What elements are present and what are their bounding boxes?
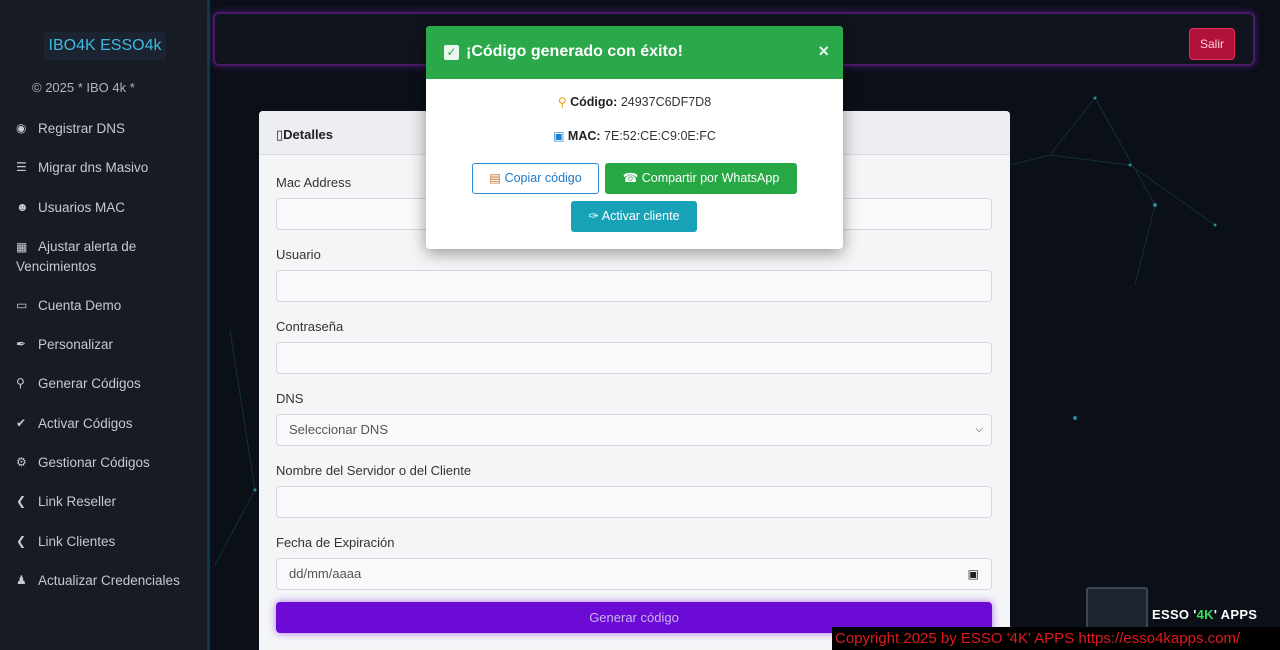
copy-code-button[interactable]: ▤ Copiar código bbox=[472, 163, 599, 194]
sidebar-item-label: Migrar dns Masivo bbox=[38, 160, 149, 176]
monitor-icon: ▭ bbox=[16, 297, 28, 312]
sidebar-item-cuenta-demo[interactable]: ▭ Cuenta Demo bbox=[0, 295, 208, 334]
key-icon: ⚲ bbox=[16, 376, 25, 391]
sidebar-item-label: Personalizar bbox=[38, 337, 114, 353]
sidebar-item-label: Generar Códigos bbox=[38, 376, 141, 392]
clipboard-icon: ▤ bbox=[489, 171, 502, 185]
mac-value: 7E:52:CE:C9:0E:FC bbox=[604, 129, 716, 143]
copy-code-label: Copiar código bbox=[504, 171, 582, 185]
sidebar-item-actualizar-credenciales[interactable]: ♟ Actualizar Credenciales bbox=[0, 570, 208, 609]
sidebar: IBO4K ESSO4k © 2025 * IBO 4k * ◉ Registr… bbox=[0, 0, 210, 650]
list-icon: ☰ bbox=[16, 160, 27, 175]
sidebar-item-label: Registrar DNS bbox=[38, 121, 126, 136]
sidebar-item-activar-codigos[interactable]: ✔ Activar Códigos bbox=[0, 413, 208, 452]
share-whatsapp-button[interactable]: ☎ Compartir por WhatsApp bbox=[605, 163, 797, 194]
copyright-bar[interactable]: Copyright 2025 by ESSO '4K' APPS https:/… bbox=[832, 627, 1280, 650]
password-label: Contraseña bbox=[276, 319, 344, 334]
user-input[interactable] bbox=[276, 270, 992, 302]
modal-header: ✓ ¡Código generado con éxito! × bbox=[426, 26, 843, 79]
share-icon: ❮ bbox=[16, 494, 27, 509]
logout-button[interactable]: Salir bbox=[1189, 28, 1235, 60]
key-icon: ⚲ bbox=[557, 95, 567, 109]
corner-brand-title: ESSO '4K' APPS bbox=[1152, 607, 1258, 622]
users-icon: ☻ bbox=[16, 199, 29, 214]
expiry-date-placeholder: dd/mm/aaaa bbox=[289, 566, 362, 581]
sidebar-item-ajustar-alerta[interactable]: ▦ Ajustar alerta de Vencimientos bbox=[0, 236, 208, 295]
sidebar-item-label: Usuarios MAC bbox=[38, 199, 126, 215]
share-whatsapp-label: Compartir por WhatsApp bbox=[641, 171, 780, 185]
modal-title: ¡Código generado con éxito! bbox=[466, 43, 683, 60]
share-icon: ❮ bbox=[16, 533, 27, 548]
sidebar-item-link-clientes[interactable]: ❮ Link Clientes bbox=[0, 531, 208, 570]
gears-icon: ⚙ bbox=[16, 455, 27, 470]
mac-row: ▣ MAC: 7E:52:CE:C9:0E:FC bbox=[426, 129, 843, 143]
globe-icon: ◉ bbox=[16, 121, 27, 135]
sidebar-item-personalizar[interactable]: ✒ Personalizar bbox=[0, 334, 208, 373]
brand-logo[interactable]: IBO4K ESSO4k bbox=[44, 32, 166, 60]
activate-client-label: Activar cliente bbox=[601, 209, 680, 223]
sidebar-item-label: Link Clientes bbox=[38, 533, 116, 549]
check-circle-icon: ✔ bbox=[16, 415, 27, 430]
checkbox-check-icon: ✓ bbox=[444, 45, 459, 60]
dns-select-value: Seleccionar DNS bbox=[289, 422, 388, 437]
dns-label: DNS bbox=[276, 391, 304, 406]
close-icon[interactable]: × bbox=[818, 41, 829, 62]
sidebar-item-generar-codigos[interactable]: ⚲ Generar Códigos bbox=[0, 373, 208, 412]
sidebar-copyright: © 2025 * IBO 4k * bbox=[32, 80, 135, 95]
laptop-icon bbox=[1086, 587, 1148, 629]
sidebar-nav: ◉ Registrar DNS ☰ Migrar dns Masivo ☻ Us… bbox=[0, 118, 208, 609]
mac-label: MAC: bbox=[567, 129, 601, 143]
code-label: Código: bbox=[570, 95, 618, 109]
user-icon: ♟ bbox=[16, 572, 27, 587]
sidebar-item-label: Actualizar Credenciales bbox=[38, 572, 180, 588]
sidebar-item-registrar-dns[interactable]: ◉ Registrar DNS bbox=[0, 118, 208, 157]
sidebar-item-label: Gestionar Códigos bbox=[38, 455, 150, 471]
sidebar-item-gestionar-codigos[interactable]: ⚙ Gestionar Códigos bbox=[0, 452, 208, 491]
success-modal: ✓ ¡Código generado con éxito! × ⚲ Código… bbox=[426, 26, 843, 249]
sidebar-item-link-reseller[interactable]: ❮ Link Reseller bbox=[0, 491, 208, 530]
sidebar-item-label: Activar Códigos bbox=[38, 415, 133, 431]
calendar-icon: ▦ bbox=[16, 239, 28, 254]
server-name-input[interactable] bbox=[276, 486, 992, 518]
password-input[interactable] bbox=[276, 342, 992, 374]
eraser-icon: ✑ bbox=[588, 209, 599, 223]
mac-address-label: Mac Address bbox=[276, 175, 352, 190]
card-title: Detalles bbox=[283, 127, 334, 142]
generated-code-row: ⚲ Código: 24937C6DF7D8 bbox=[426, 95, 843, 109]
computer-icon: ▣ bbox=[553, 129, 565, 143]
calendar-icon[interactable]: ▣ bbox=[968, 559, 979, 589]
phone-icon: ☎ bbox=[622, 171, 639, 185]
dns-select[interactable]: Seleccionar DNS ⌵ bbox=[276, 414, 992, 446]
sidebar-item-migrar-dns[interactable]: ☰ Migrar dns Masivo bbox=[0, 157, 208, 196]
brush-icon: ✒ bbox=[16, 337, 27, 352]
server-name-label: Nombre del Servidor o del Cliente bbox=[276, 463, 472, 478]
expiry-date-input[interactable]: dd/mm/aaaa ▣ bbox=[276, 558, 992, 590]
chevron-down-icon: ⌵ bbox=[975, 424, 983, 435]
code-value: 24937C6DF7D8 bbox=[620, 95, 712, 109]
sidebar-item-label: ▦ Ajustar alerta de Vencimientos bbox=[16, 238, 137, 274]
sidebar-item-usuarios-mac[interactable]: ☻ Usuarios MAC bbox=[0, 197, 208, 236]
sidebar-item-label: Link Reseller bbox=[38, 494, 117, 510]
activate-client-button[interactable]: ✑ Activar cliente bbox=[571, 201, 697, 232]
sidebar-item-label: Cuenta Demo bbox=[38, 297, 122, 313]
user-label: Usuario bbox=[276, 247, 321, 262]
expiry-date-label: Fecha de Expiración bbox=[276, 535, 395, 550]
